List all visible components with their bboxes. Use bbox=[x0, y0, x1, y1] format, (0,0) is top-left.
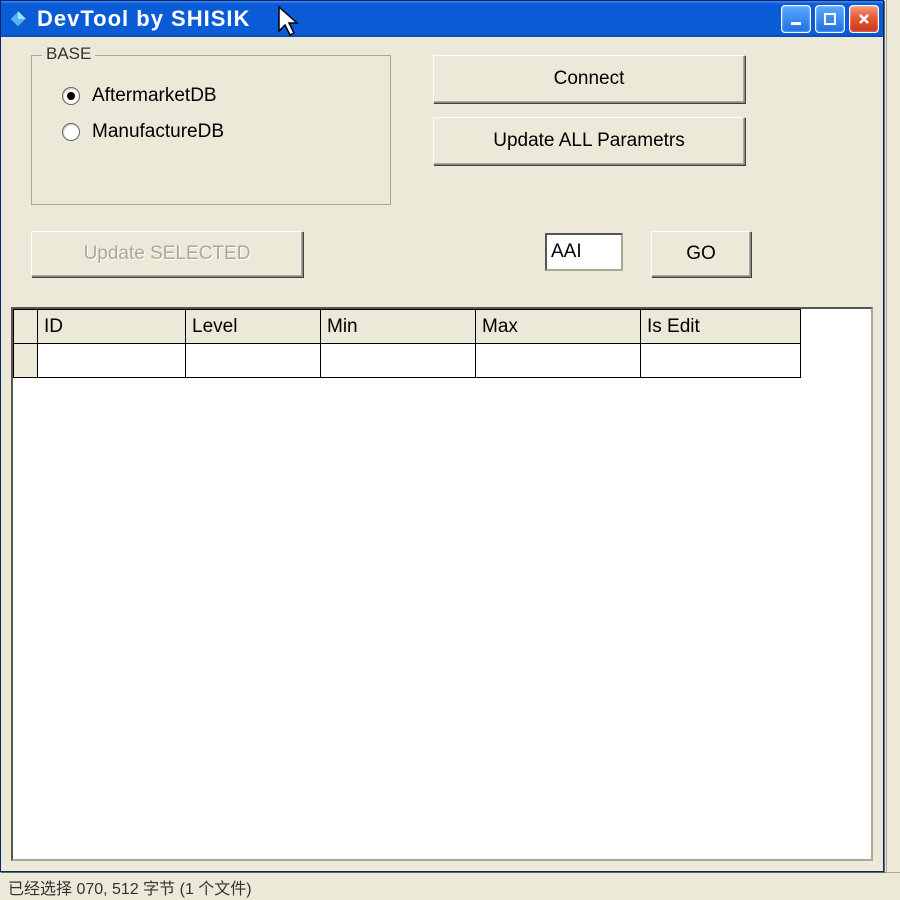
cell[interactable] bbox=[476, 344, 641, 378]
maximize-button[interactable] bbox=[815, 5, 845, 33]
update-all-button[interactable]: Update ALL Parametrs bbox=[433, 117, 745, 165]
close-button[interactable] bbox=[849, 5, 879, 33]
radio-dot-icon bbox=[67, 92, 75, 100]
client-area: BASE AftermarketDB ManufactureDB Connect… bbox=[1, 37, 883, 871]
radio-icon bbox=[62, 123, 80, 141]
radio-manufacturedb[interactable]: ManufactureDB bbox=[32, 114, 390, 150]
code-input[interactable] bbox=[545, 233, 623, 271]
col-header-min[interactable]: Min bbox=[321, 310, 476, 344]
radio-label: AftermarketDB bbox=[92, 85, 217, 107]
connect-button[interactable]: Connect bbox=[433, 55, 745, 103]
col-header-id[interactable]: ID bbox=[38, 310, 186, 344]
titlebar[interactable]: DevTool by SHISIK bbox=[1, 1, 883, 37]
table-row[interactable] bbox=[14, 344, 801, 378]
app-icon bbox=[7, 8, 29, 30]
cell[interactable] bbox=[321, 344, 476, 378]
background-window-edge bbox=[886, 0, 900, 900]
col-header-level[interactable]: Level bbox=[186, 310, 321, 344]
cell[interactable] bbox=[186, 344, 321, 378]
data-grid[interactable]: ID Level Min Max Is Edit bbox=[11, 307, 873, 861]
cell[interactable] bbox=[641, 344, 801, 378]
col-header-isedit[interactable]: Is Edit bbox=[641, 310, 801, 344]
minimize-button[interactable] bbox=[781, 5, 811, 33]
radio-label: ManufactureDB bbox=[92, 121, 224, 143]
go-button[interactable]: GO bbox=[651, 231, 751, 277]
base-groupbox: BASE AftermarketDB ManufactureDB bbox=[31, 55, 391, 205]
background-statusbar: 已经选择 070, 512 字节 (1 个文件) bbox=[0, 872, 900, 900]
table-header-row: ID Level Min Max Is Edit bbox=[14, 310, 801, 344]
radio-icon bbox=[62, 87, 80, 105]
window-title: DevTool by SHISIK bbox=[37, 6, 781, 32]
update-selected-button[interactable]: Update SELECTED bbox=[31, 231, 303, 277]
row-header-corner bbox=[14, 310, 38, 344]
radio-aftermarketdb[interactable]: AftermarketDB bbox=[32, 78, 390, 114]
col-header-max[interactable]: Max bbox=[476, 310, 641, 344]
groupbox-legend: BASE bbox=[42, 44, 95, 64]
cell[interactable] bbox=[38, 344, 186, 378]
row-header[interactable] bbox=[14, 344, 38, 378]
app-window: DevTool by SHISIK BASE Aft bbox=[0, 0, 884, 872]
